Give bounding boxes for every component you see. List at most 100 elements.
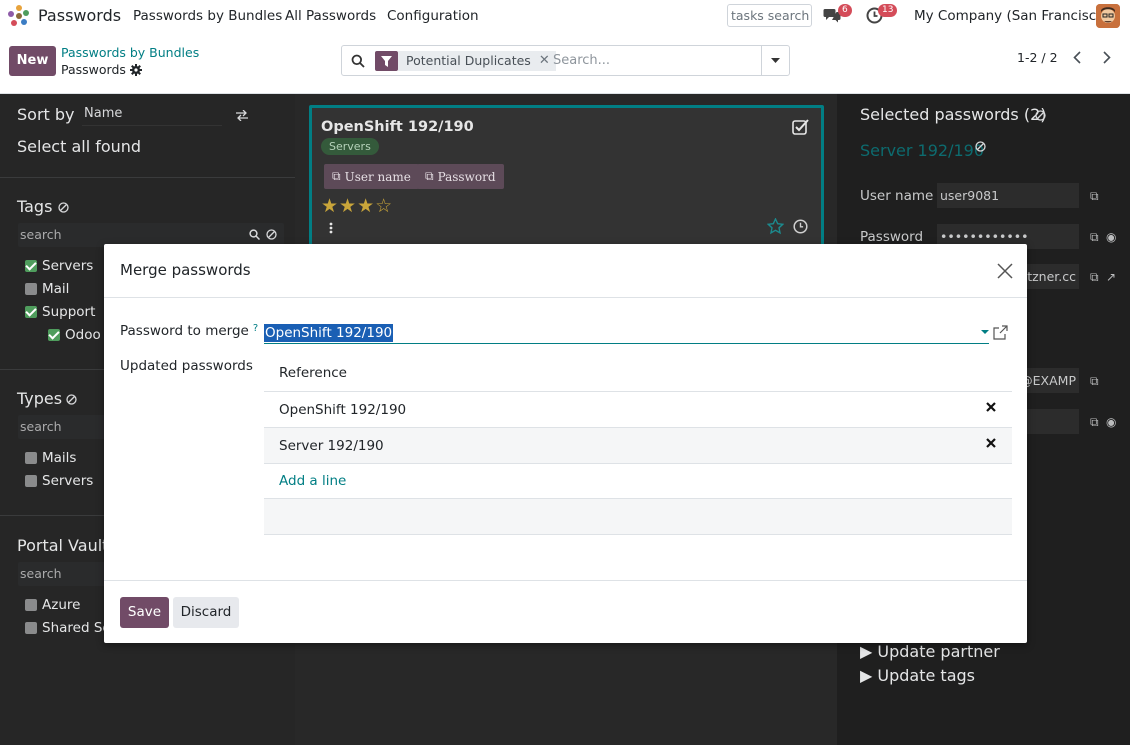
clear-record-icon[interactable] [975,141,986,152]
pager-previous-icon[interactable] [1067,46,1087,68]
search-icon [351,54,365,68]
app-name[interactable]: Passwords [38,6,121,25]
dialog-footer: Save Discard [104,580,1027,643]
card-title: OpenShift 192/190 [321,119,474,135]
selected-record-link[interactable]: Server 192/190 [860,141,984,160]
tag-checkbox-servers[interactable]: Servers [25,258,93,274]
table-cell-reference[interactable]: OpenShift 192/190 [279,402,406,418]
copy-username-label: User name [344,169,411,184]
types-title: Types [17,389,63,408]
priority-stars[interactable]: ★★★☆ [321,195,393,217]
dialog-header: Merge passwords [104,244,1027,298]
copy-password-button[interactable]: ⧉ Password [417,164,504,189]
dialog-title: Merge passwords [120,261,251,279]
vault-label: Shared Se [42,620,111,636]
app-menu-icon[interactable] [7,4,31,28]
checkbox[interactable] [25,260,37,272]
delete-row-icon[interactable] [986,438,996,448]
email-text: @EXAMP [1020,373,1076,388]
tag-label: Mail [42,281,70,297]
breadcrumb-parent[interactable]: Passwords by Bundles [61,45,199,60]
table-row[interactable]: Server 192/190 [264,428,1012,464]
external-link-icon[interactable]: ↗ [1106,270,1116,284]
copy-icon[interactable]: ⧉ [1090,189,1099,204]
kebab-menu-icon[interactable] [329,222,333,234]
tag-checkbox-odoo[interactable]: Odoo [48,327,101,343]
checkbox[interactable] [25,475,37,487]
type-checkbox-servers[interactable]: Servers [25,473,93,489]
copy-icon: ⧉ [425,169,434,183]
user-name-value[interactable]: user9081 [937,183,1079,208]
table-header-reference[interactable]: Reference [264,356,1012,392]
update-partner-action[interactable]: ▶ Update partner [860,642,1000,661]
vault-checkbox-shared[interactable]: Shared Se [25,620,111,636]
checkbox[interactable] [25,306,37,318]
checkbox[interactable] [25,283,37,295]
menu-passwords-by-bundles[interactable]: Passwords by Bundles [133,8,282,24]
close-icon[interactable] [995,261,1015,281]
favorite-star-icon[interactable] [767,218,784,235]
checkbox[interactable] [25,599,37,611]
copy-password-label: Password [437,169,496,184]
copy-icon[interactable]: ⧉ [1090,415,1099,430]
sort-by-select[interactable]: Name [82,106,222,126]
card-tag-badge: Servers [321,138,379,155]
copy-icon[interactable]: ⧉ [1090,230,1099,245]
swap-order-icon[interactable] [236,110,248,121]
select-all-link[interactable]: Select all found [17,137,141,156]
table-row[interactable]: OpenShift 192/190 [264,392,1012,428]
company-switcher[interactable]: My Company (San Francisco) [914,8,1110,24]
add-a-line-link[interactable]: Add a line [264,464,1012,499]
checkbox[interactable] [25,622,37,634]
vault-label: Azure [42,597,81,613]
password-to-merge-label-text: Password to merge [120,323,249,339]
external-link-icon[interactable] [993,325,1008,340]
eye-icon[interactable]: ◉ [1106,415,1116,429]
menu-all-passwords[interactable]: All Passwords [285,8,376,24]
tag-checkbox-support[interactable]: Support [25,304,95,320]
password-to-merge-value[interactable]: OpenShift 192/190 [264,324,394,342]
pager-value[interactable]: 1-2 / 2 [1017,50,1058,65]
type-label: Mails [42,450,77,466]
pager-next-icon[interactable] [1097,46,1117,68]
types-clear-icon[interactable] [66,394,77,405]
clear-icon[interactable] [266,229,277,240]
copy-icon[interactable]: ⧉ [1090,374,1099,389]
side-divider [0,177,295,178]
tasks-search-input[interactable]: tasks search [727,4,812,27]
help-tooltip-icon[interactable]: ? [253,323,258,334]
new-button[interactable]: New [9,46,56,76]
clear-selection-icon[interactable] [1035,110,1046,121]
selected-checkbox-icon[interactable] [792,118,809,135]
search-options-toggle[interactable] [761,46,789,75]
dropdown-caret-icon[interactable] [981,330,989,334]
delete-row-icon[interactable] [986,402,996,412]
menu-configuration[interactable]: Configuration [387,8,479,24]
gear-icon[interactable] [129,63,142,76]
type-label: Servers [42,473,94,489]
user-avatar[interactable] [1096,4,1120,28]
search-facet: Potential Duplicates ✕ [375,51,556,71]
vault-checkbox-azure[interactable]: Azure [25,597,80,613]
kanban-card[interactable]: OpenShift 192/190 Servers ⧉ User name ⧉ Pa… [309,105,824,250]
table-cell-reference[interactable]: Server 192/190 [279,438,384,454]
activity-clock-icon[interactable] [793,219,808,234]
tag-label: Servers [42,258,94,274]
search-bar[interactable]: Potential Duplicates ✕ Search... [341,45,790,76]
checkbox[interactable] [48,329,60,341]
merge-passwords-dialog: Merge passwords Password to merge? OpenS… [104,244,1027,643]
save-button[interactable]: Save [120,597,169,628]
search-input[interactable]: Search... [553,53,610,68]
eye-icon[interactable]: ◉ [1106,230,1116,244]
checkbox[interactable] [25,452,37,464]
password-to-merge-field[interactable]: OpenShift 192/190 [264,322,989,344]
url-text: etzner.cc [1019,269,1076,284]
update-tags-action[interactable]: ▶ Update tags [860,666,975,685]
search-icon[interactable] [249,229,260,240]
discard-button[interactable]: Discard [173,597,239,628]
copy-icon[interactable]: ⧉ [1090,270,1099,285]
tag-checkbox-mail[interactable]: Mail [25,281,69,297]
type-checkbox-mails[interactable]: Mails [25,450,76,466]
copy-username-button[interactable]: ⧉ User name [324,164,419,189]
tags-clear-icon[interactable] [58,202,69,213]
